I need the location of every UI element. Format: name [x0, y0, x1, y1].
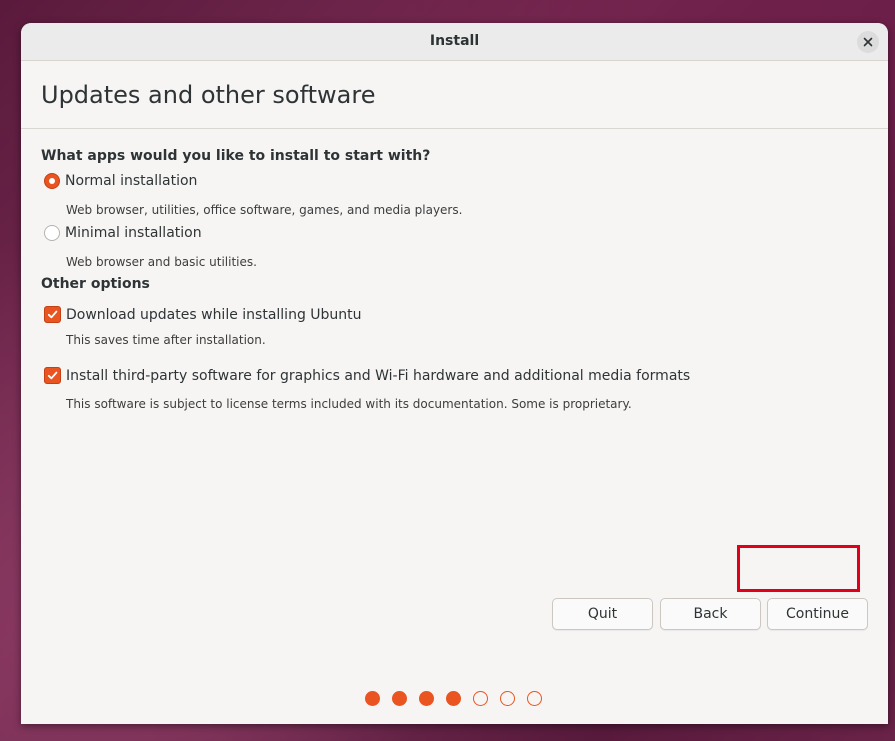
page-header: Updates and other software — [21, 61, 888, 129]
continue-button[interactable]: Continue — [767, 598, 868, 630]
step-progress-indicator — [365, 691, 542, 706]
third-party-software-checkbox[interactable]: Install third-party software for graphic… — [44, 367, 690, 384]
progress-dot-pending — [527, 691, 542, 706]
normal-installation-radio[interactable]: Normal installation — [44, 173, 197, 189]
progress-dot-completed — [392, 691, 407, 706]
page-title: Updates and other software — [41, 81, 376, 109]
minimal-installation-radio[interactable]: Minimal installation — [44, 225, 202, 241]
progress-dot-current — [446, 691, 461, 706]
checkmark-icon — [47, 310, 58, 319]
progress-dot-pending — [473, 691, 488, 706]
third-party-software-description: This software is subject to license term… — [66, 397, 632, 411]
download-updates-checkbox[interactable]: Download updates while installing Ubuntu — [44, 306, 362, 323]
minimal-installation-description: Web browser and basic utilities. — [66, 255, 257, 269]
install-type-heading: What apps would you like to install to s… — [41, 148, 431, 164]
progress-dot-completed — [419, 691, 434, 706]
quit-button[interactable]: Quit — [552, 598, 653, 630]
normal-installation-label[interactable]: Normal installation — [65, 173, 197, 189]
minimal-installation-label[interactable]: Minimal installation — [65, 225, 202, 241]
download-updates-label[interactable]: Download updates while installing Ubuntu — [66, 307, 362, 323]
close-button[interactable] — [857, 31, 879, 53]
installer-window: Install Updates and other software What … — [21, 23, 888, 724]
radio-unselected-icon[interactable] — [44, 225, 60, 241]
radio-selected-icon[interactable] — [44, 173, 60, 189]
third-party-software-label[interactable]: Install third-party software for graphic… — [66, 368, 690, 384]
checkbox-checked[interactable] — [44, 306, 61, 323]
checkmark-icon — [47, 371, 58, 380]
window-title: Install — [429, 33, 480, 49]
checkbox-checked[interactable] — [44, 367, 61, 384]
title-bar[interactable]: Install — [21, 23, 888, 61]
normal-installation-description: Web browser, utilities, office software,… — [66, 203, 463, 217]
progress-dot-pending — [500, 691, 515, 706]
back-button[interactable]: Back — [660, 598, 761, 630]
download-updates-description: This saves time after installation. — [66, 333, 266, 347]
close-icon — [863, 37, 873, 47]
main-content: What apps would you like to install to s… — [21, 129, 888, 724]
other-options-heading: Other options — [41, 276, 150, 292]
progress-dot-completed — [365, 691, 380, 706]
